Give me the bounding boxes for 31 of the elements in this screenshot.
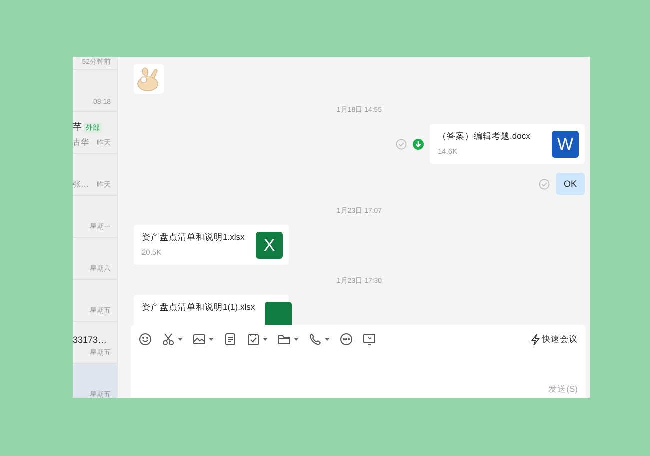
file-name: （答案）编辑考题.docx	[438, 131, 530, 143]
phone-icon[interactable]	[309, 333, 322, 346]
file-name: 资产盘点清单和说明1(1).xlsx	[142, 302, 256, 314]
checkbox-icon[interactable]	[247, 333, 260, 346]
emoji-icon[interactable]	[139, 333, 152, 346]
caret-icon[interactable]	[325, 338, 330, 341]
scissors-icon[interactable]	[162, 333, 175, 346]
document-icon[interactable]	[224, 333, 237, 346]
contact-name: 33173…	[73, 335, 108, 345]
message-preview: 张…	[73, 179, 89, 190]
caret-icon[interactable]	[263, 338, 268, 341]
caret-icon[interactable]	[209, 338, 214, 341]
quick-meeting-button[interactable]: 快速会议	[531, 334, 578, 346]
file-name: 资产盘点清单和说明1.xlsx	[142, 232, 245, 244]
message-preview: 古华	[73, 137, 89, 148]
screen-icon[interactable]	[363, 333, 376, 346]
file-type-icon: X	[256, 232, 283, 259]
file-type-icon: W	[552, 131, 579, 158]
caret-icon[interactable]	[178, 338, 183, 341]
send-button[interactable]: 发送(S)	[548, 384, 578, 396]
message-input-panel[interactable]: 快速会议 发送(S)	[131, 325, 586, 398]
download-icon[interactable]	[413, 138, 424, 150]
message-bubble: OK	[556, 173, 585, 195]
ok-hand-drawing	[134, 64, 164, 94]
caret-icon[interactable]	[294, 338, 299, 341]
image-icon[interactable]	[193, 333, 206, 346]
more-icon[interactable]	[340, 333, 353, 346]
folder-icon[interactable]	[278, 333, 291, 346]
file-card[interactable]: 资产盘点清单和说明1(1).xlsx	[134, 295, 289, 325]
lightning-icon	[531, 334, 540, 346]
contact-name: 芊	[73, 121, 82, 134]
